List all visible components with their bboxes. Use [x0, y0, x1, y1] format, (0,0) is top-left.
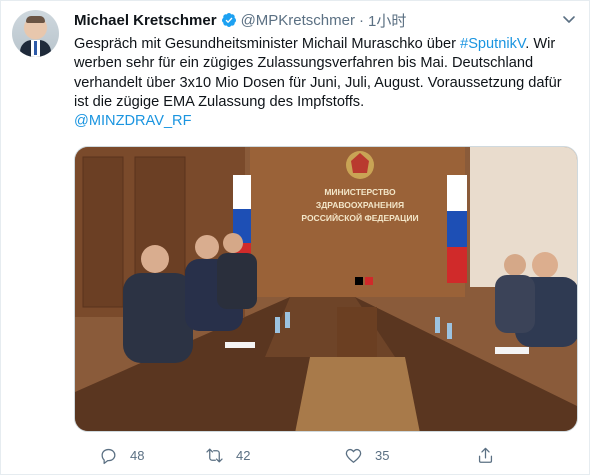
photo-scene: МИНИСТЕРСТВО ЗДРАВООХРАНЕНИЯ РОССИЙСКОЙ … [75, 147, 577, 431]
photo-flag-right-white [447, 175, 467, 211]
photo-bottle-2 [285, 312, 290, 328]
share-icon [478, 447, 493, 463]
verified-badge-icon [221, 13, 236, 27]
retweet-count: 42 [236, 447, 251, 463]
header-separator: · [358, 11, 364, 29]
tweet-text: Gespräch mit Gesundheitsminister Michail… [74, 35, 579, 131]
photo-flag-right-blue [447, 211, 467, 247]
tweet-actions: 48 42 35 [74, 442, 579, 468]
photo-bottle-3 [435, 317, 440, 333]
photo-desk-flag-de [355, 277, 363, 285]
chevron-down-icon[interactable] [561, 13, 577, 27]
author-handle[interactable]: @MPKretschmer [241, 12, 355, 29]
tweet-time[interactable]: 1小时 [368, 10, 406, 31]
photo-desk-flag-ru [365, 277, 373, 285]
like-count: 35 [375, 447, 390, 463]
photo-paper-1 [225, 342, 255, 348]
photo-door-1 [82, 156, 124, 308]
heart-icon [345, 448, 362, 463]
photo-flag-right-red [447, 247, 467, 283]
mention-link[interactable]: @MINZDRAV_RF [74, 113, 192, 129]
photo-sign-line-3: РОССИЙСКОЙ ФЕДЕРАЦИИ [301, 212, 418, 223]
like-button[interactable]: 35 [344, 444, 389, 466]
tweet-photo[interactable]: МИНИСТЕРСТВО ЗДРАВООХРАНЕНИЯ РОССИЙСКОЙ … [74, 146, 578, 432]
retweet-button[interactable]: 42 [205, 444, 250, 466]
photo-sign-line-2: ЗДРАВООХРАНЕНИЯ [316, 200, 404, 210]
reply-count: 48 [130, 447, 145, 463]
avatar[interactable] [12, 10, 59, 57]
tweet-text-part-1: Gespräch mit Gesundheitsminister Michail… [74, 36, 461, 52]
avatar-tie [34, 41, 37, 55]
author-name[interactable]: Michael Kretschmer [74, 12, 217, 29]
hashtag-link[interactable]: #SputnikV [460, 36, 525, 52]
photo-floor [295, 357, 420, 431]
photo-sign-line-1: МИНИСТЕРСТВО [324, 187, 396, 197]
retweet-icon [206, 448, 223, 462]
tweet-card[interactable]: Michael Kretschmer @MPKretschmer · 1小时 G… [0, 0, 590, 475]
avatar-hair [26, 16, 45, 23]
photo-bottle-1 [275, 317, 280, 333]
photo-bottle-4 [447, 323, 452, 339]
share-button[interactable] [476, 444, 495, 466]
photo-paper-2 [495, 347, 529, 354]
photo-flag-left-white [233, 175, 251, 209]
reply-button[interactable]: 48 [99, 444, 144, 466]
tweet-header: Michael Kretschmer @MPKretschmer · 1小时 [74, 10, 406, 30]
reply-icon [101, 448, 116, 464]
